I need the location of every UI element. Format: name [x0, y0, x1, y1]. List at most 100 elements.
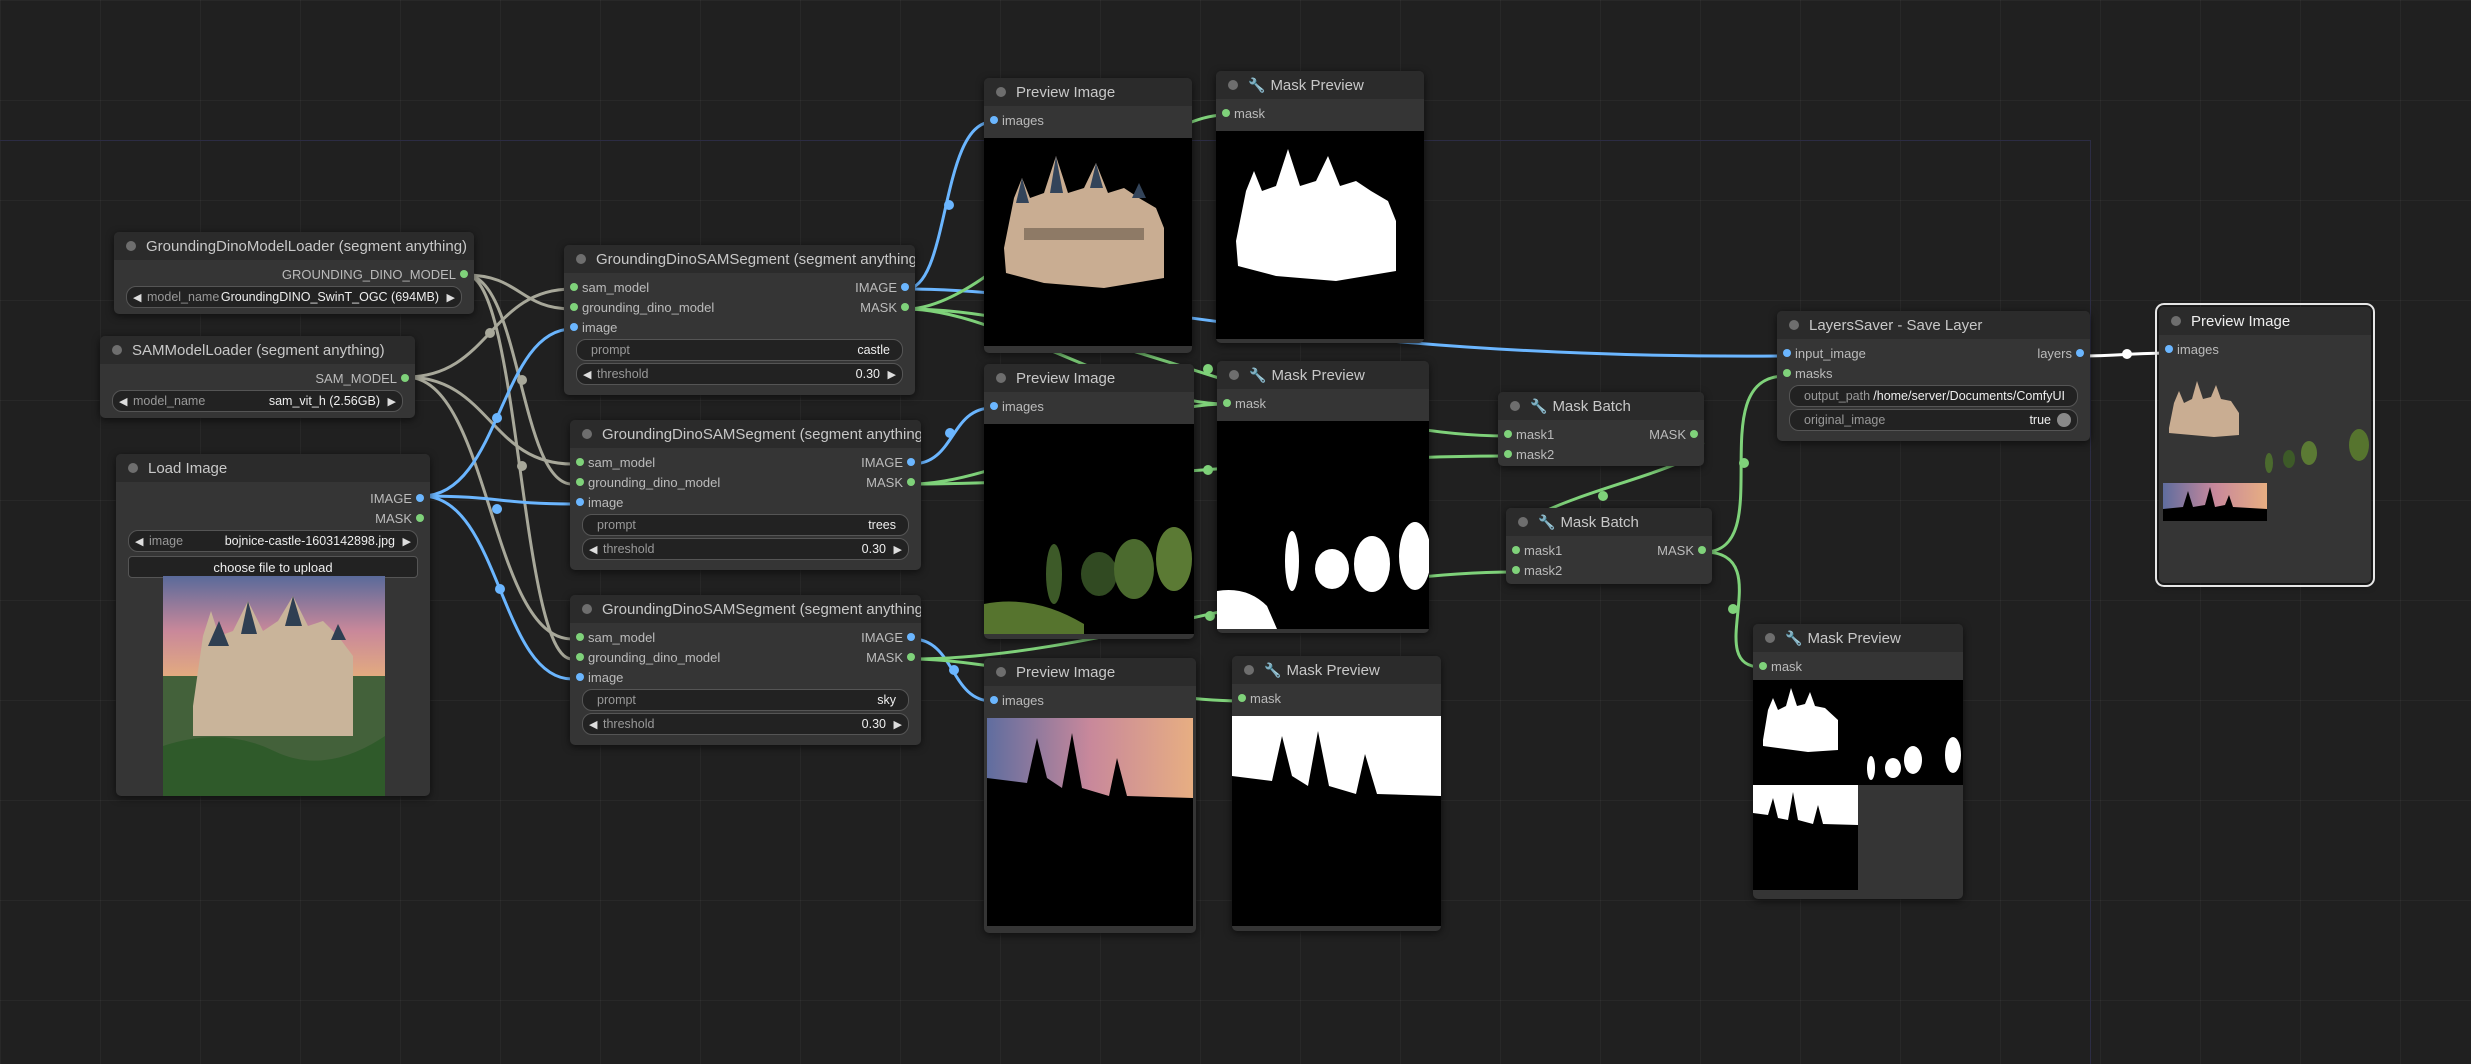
- output-socket-mask[interactable]: [907, 653, 915, 661]
- input-socket-sam-model[interactable]: [570, 283, 578, 291]
- node-title-bar[interactable]: 🔧 Mask Preview: [1216, 71, 1424, 99]
- input-socket-mask2[interactable]: [1504, 450, 1512, 458]
- node-sam-model-loader[interactable]: SAMModelLoader (segment anything) SAM_MO…: [100, 336, 415, 418]
- collapse-dot[interactable]: [1229, 370, 1239, 380]
- output-path-field[interactable]: output_path/home/server/Documents/ComfyU…: [1789, 385, 2078, 407]
- threshold-slider[interactable]: ◀ threshold 0.30 ▶: [582, 713, 909, 735]
- link-gdino-seg1[interactable]: [464, 273, 574, 311]
- node-title-bar[interactable]: Preview Image: [984, 364, 1194, 392]
- collapse-dot[interactable]: [1510, 401, 1520, 411]
- toggle-knob-icon[interactable]: [2057, 413, 2071, 427]
- arrow-right-icon[interactable]: ▶: [447, 291, 455, 304]
- link-sam-seg2[interactable]: [404, 375, 574, 466]
- input-socket-image[interactable]: [576, 498, 584, 506]
- link-seg2-preview2[interactable]: [910, 406, 994, 466]
- node-mask-batch-1[interactable]: 🔧 Mask Batch mask1 MASK mask2: [1498, 392, 1704, 466]
- arrow-left-icon[interactable]: ◀: [589, 718, 597, 731]
- collapse-dot[interactable]: [1244, 665, 1254, 675]
- threshold-slider[interactable]: ◀ threshold 0.30 ▶: [576, 363, 903, 385]
- node-mask-preview-batch[interactable]: 🔧 Mask Preview mask: [1217, 361, 1429, 633]
- node-mask-preview-grid[interactable]: 🔧 Mask Preview mask: [1753, 624, 1963, 899]
- node-preview-image-sky[interactable]: Preview Image images: [984, 658, 1196, 933]
- node-title-bar[interactable]: 🔧 Mask Preview: [1232, 656, 1441, 684]
- collapse-dot[interactable]: [1765, 633, 1775, 643]
- prompt-field[interactable]: prompt castle: [576, 339, 903, 361]
- link-loadimg-seg2[interactable]: [420, 494, 574, 506]
- collapse-dot[interactable]: [996, 667, 1006, 677]
- collapse-dot[interactable]: [582, 604, 592, 614]
- link-sam-seg3[interactable]: [404, 375, 574, 641]
- input-socket-grounding-dino-model[interactable]: [576, 653, 584, 661]
- input-socket-mask1[interactable]: [1504, 430, 1512, 438]
- output-socket-layers[interactable]: [2076, 349, 2084, 357]
- arrow-right-icon[interactable]: ▶: [403, 535, 411, 548]
- input-socket-mask[interactable]: [1759, 662, 1767, 670]
- output-socket-mask[interactable]: [901, 303, 909, 311]
- choose-file-button[interactable]: choose file to upload: [128, 556, 418, 578]
- input-socket-mask2[interactable]: [1512, 566, 1520, 574]
- arrow-right-icon[interactable]: ▶: [894, 718, 902, 731]
- collapse-dot[interactable]: [576, 254, 586, 264]
- threshold-slider[interactable]: ◀ threshold 0.30 ▶: [582, 538, 909, 560]
- arrow-left-icon[interactable]: ◀: [589, 543, 597, 556]
- node-preview-image-castle[interactable]: Preview Image images: [984, 78, 1192, 353]
- input-socket-mask[interactable]: [1222, 109, 1230, 117]
- model-name-combo[interactable]: ◀ model_name sam_vit_h (2.56GB) ▶: [112, 390, 403, 412]
- node-title-bar[interactable]: LayersSaver - Save Layer: [1777, 311, 2090, 339]
- output-socket-mask[interactable]: [1690, 430, 1698, 438]
- link-maskbatch2-layers[interactable]: [1702, 374, 1787, 554]
- collapse-dot[interactable]: [996, 87, 1006, 97]
- input-socket-images[interactable]: [2165, 345, 2173, 353]
- input-socket-mask1[interactable]: [1512, 546, 1520, 554]
- collapse-dot[interactable]: [128, 463, 138, 473]
- input-socket-images[interactable]: [990, 696, 998, 704]
- node-grounding-dino-model-loader[interactable]: GroundingDinoModelLoader (segment anythi…: [114, 232, 474, 314]
- input-socket-grounding-dino-model[interactable]: [570, 303, 578, 311]
- link-layers-preview-final[interactable]: [2079, 351, 2172, 358]
- prompt-field[interactable]: prompt sky: [582, 689, 909, 711]
- input-socket-sam-model[interactable]: [576, 633, 584, 641]
- input-socket-grounding-dino-model[interactable]: [576, 478, 584, 486]
- node-title-bar[interactable]: GroundingDinoSAMSegment (segment anythin…: [570, 595, 921, 623]
- input-socket-images[interactable]: [990, 402, 998, 410]
- node-title-bar[interactable]: GroundingDinoSAMSegment (segment anythin…: [564, 245, 915, 273]
- node-mask-batch-2[interactable]: 🔧 Mask Batch mask1 MASK mask2: [1506, 508, 1712, 584]
- arrow-right-icon[interactable]: ▶: [388, 395, 396, 408]
- arrow-left-icon[interactable]: ◀: [133, 291, 141, 304]
- node-grounding-dino-sam-segment-trees[interactable]: GroundingDinoSAMSegment (segment anythin…: [570, 420, 921, 570]
- node-title-bar[interactable]: GroundingDinoSAMSegment (segment anythin…: [570, 420, 921, 448]
- node-title-bar[interactable]: Preview Image: [2159, 307, 2371, 335]
- node-mask-preview-castle[interactable]: 🔧 Mask Preview mask: [1216, 71, 1424, 343]
- arrow-right-icon[interactable]: ▶: [888, 368, 896, 381]
- input-socket-mask[interactable]: [1238, 694, 1246, 702]
- input-socket-sam-model[interactable]: [576, 458, 584, 466]
- node-title-bar[interactable]: GroundingDinoModelLoader (segment anythi…: [114, 232, 474, 260]
- collapse-dot[interactable]: [582, 429, 592, 439]
- link-seg1-preview1[interactable]: [904, 120, 994, 291]
- arrow-left-icon[interactable]: ◀: [583, 368, 591, 381]
- output-socket-mask[interactable]: [1698, 546, 1706, 554]
- link-seg3-preview3[interactable]: [910, 637, 994, 703]
- arrow-left-icon[interactable]: ◀: [135, 535, 143, 548]
- output-socket-image[interactable]: [416, 494, 424, 502]
- collapse-dot[interactable]: [2171, 316, 2181, 326]
- node-mask-preview-sky[interactable]: 🔧 Mask Preview mask: [1232, 656, 1441, 931]
- output-socket-mask[interactable]: [907, 478, 915, 486]
- input-socket-images[interactable]: [990, 116, 998, 124]
- node-grounding-dino-sam-segment-sky[interactable]: GroundingDinoSAMSegment (segment anythin…: [570, 595, 921, 745]
- output-socket-image[interactable]: [907, 633, 915, 641]
- model-name-combo[interactable]: ◀ model_name GroundingDINO_SwinT_OGC (69…: [126, 286, 462, 308]
- node-title-bar[interactable]: 🔧 Mask Batch: [1498, 392, 1704, 420]
- link-loadimg-seg3[interactable]: [420, 494, 574, 681]
- node-load-image[interactable]: Load Image IMAGE MASK ◀ image bojnice-ca…: [116, 454, 430, 796]
- node-title-bar[interactable]: Load Image: [116, 454, 430, 482]
- original-image-toggle[interactable]: original_image true: [1789, 409, 2078, 431]
- collapse-dot[interactable]: [126, 241, 136, 251]
- collapse-dot[interactable]: [1789, 320, 1799, 330]
- collapse-dot[interactable]: [996, 373, 1006, 383]
- input-socket-input-image[interactable]: [1783, 349, 1791, 357]
- node-preview-image-trees[interactable]: Preview Image images: [984, 364, 1194, 639]
- collapse-dot[interactable]: [1518, 517, 1528, 527]
- link-loadimg-seg1[interactable]: [420, 327, 574, 498]
- input-socket-image[interactable]: [570, 323, 578, 331]
